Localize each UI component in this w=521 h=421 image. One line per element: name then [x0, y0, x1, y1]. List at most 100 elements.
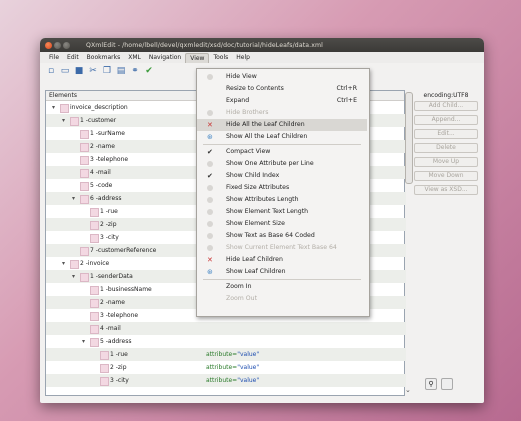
element-node-icon — [90, 234, 99, 243]
tree-row-label: 1 -businessName — [100, 286, 152, 293]
view-menu-item-compact-view[interactable]: ✔ Compact View — [197, 146, 367, 158]
expand-arrow-icon[interactable]: ▾ — [72, 270, 75, 283]
tree-row[interactable]: 4 -mail — [46, 322, 406, 335]
side-button-append[interactable]: Append... — [414, 115, 478, 125]
new-icon[interactable]: ▫ — [45, 65, 57, 77]
view-menu-item-show-text-as-base-64-coded[interactable]: Show Text as Base 64 Coded — [197, 230, 367, 242]
tree-row-label: 3 -city — [110, 377, 129, 384]
view-menu-item-show-element-size[interactable]: Show Element Size — [197, 218, 367, 230]
menu-item-label: Show All the Leaf Children — [226, 133, 308, 140]
view-menu-item-show-element-text-length[interactable]: Show Element Text Length — [197, 206, 367, 218]
element-node-icon — [80, 247, 89, 256]
minimize-window-button[interactable] — [54, 41, 61, 49]
menu-item-label: Hide Leaf Children — [226, 256, 283, 263]
view-menu-item-show-attributes-length[interactable]: Show Attributes Length — [197, 194, 367, 206]
view-menu-dropdown: Hide View Resize to Contents Ctrl+R Expand C… — [196, 68, 370, 317]
hide-leaf-icon: ✕ — [207, 256, 213, 264]
side-button-add-child[interactable]: Add Child... — [414, 101, 478, 111]
encoding-label: encoding:UTF8 — [423, 92, 469, 99]
find-icon[interactable]: ⚭ — [129, 65, 141, 77]
unchecked-icon — [207, 218, 213, 230]
menu-help[interactable]: Help — [232, 53, 254, 62]
unchecked-icon — [207, 230, 213, 242]
tree-row-label: 2 -invoice — [80, 260, 110, 267]
menu-item-label: Hide Brothers — [226, 109, 269, 116]
side-button-delete[interactable]: Delete — [414, 143, 478, 153]
copy-icon[interactable]: ❐ — [101, 65, 113, 77]
view-menu-item-show-current-element-text-base-64: Show Current Element Text Base 64 — [197, 242, 367, 254]
navigate-icon[interactable]: ⚲ — [425, 378, 437, 390]
view-menu-item-expand[interactable]: Expand Ctrl+E — [197, 95, 367, 107]
save-icon[interactable]: ■ — [73, 65, 85, 77]
expand-arrow-icon[interactable]: ▾ — [72, 192, 75, 205]
expand-arrow-icon[interactable]: ▾ — [62, 114, 65, 127]
element-node-icon — [90, 299, 99, 308]
blank-icon[interactable] — [441, 378, 453, 390]
menu-item-label: Show Element Size — [226, 220, 285, 227]
tree-row-label: 1 -rue — [100, 208, 118, 215]
view-menu-item-show-leaf-children[interactable]: ⊛ Show Leaf Children — [197, 266, 367, 278]
valid-icon[interactable]: ✔ — [143, 65, 155, 77]
cut-icon[interactable]: ✂ — [87, 65, 99, 77]
element-node-icon — [80, 195, 89, 204]
side-button-move-up[interactable]: Move Up — [414, 157, 478, 167]
view-menu-item-show-all-the-leaf-children[interactable]: ⊛ Show All the Leaf Children — [197, 131, 367, 143]
menu-item-label: Show Attributes Length — [226, 196, 299, 203]
element-node-icon — [90, 208, 99, 217]
window-title: QXmlEdit - /home/lbell/devel/qxmledit/xs… — [86, 41, 323, 49]
unchecked-icon — [207, 107, 213, 119]
view-menu-item-show-one-attribute-per-line[interactable]: Show One Attribute per Line — [197, 158, 367, 170]
menu-file[interactable]: File — [45, 53, 63, 62]
tree-row[interactable]: ▾ 5 -address — [46, 335, 406, 348]
expand-arrow-icon[interactable]: ▾ — [52, 101, 55, 114]
tree-row-label: 1 -rue — [110, 351, 128, 358]
attribute-name: attribute= — [206, 364, 238, 371]
element-node-icon — [80, 169, 89, 178]
attribute-value: "value" — [237, 364, 260, 371]
tree-row[interactable]: 2 -zip attribute="value" — [46, 361, 406, 374]
menu-tools[interactable]: Tools — [209, 53, 232, 62]
menu-item-label: Show Element Text Length — [226, 208, 309, 215]
menu-xml[interactable]: XML — [124, 53, 145, 62]
view-menu-item-hide-leaf-children[interactable]: ✕ Hide Leaf Children — [197, 254, 367, 266]
view-menu-item-hide-all-the-leaf-children[interactable]: ✕ Hide All the Leaf Children — [197, 119, 367, 131]
expand-arrow-icon[interactable]: ▾ — [62, 257, 65, 270]
menu-item-label: Show Text as Base 64 Coded — [226, 232, 315, 239]
menu-bookmarks[interactable]: Bookmarks — [83, 53, 125, 62]
element-node-icon — [70, 117, 79, 126]
menu-item-label: Compact View — [226, 148, 271, 155]
scroll-down-arrow-icon[interactable]: ⌄ — [405, 386, 411, 394]
view-menu-item-zoom-out: Zoom Out — [197, 293, 367, 305]
tree-row-label: 2 -zip — [110, 364, 127, 371]
tree-row-label: 3 -city — [100, 234, 119, 241]
unchecked-icon — [207, 158, 213, 170]
view-menu-item-fixed-size-attributes[interactable]: Fixed Size Attributes — [197, 182, 367, 194]
element-node-icon — [90, 286, 99, 295]
menu-item-label: Resize to Contents — [226, 85, 284, 92]
view-menu-item-show-child-index[interactable]: ✔ Show Child Index — [197, 170, 367, 182]
menu-view[interactable]: View — [185, 52, 210, 63]
menu-edit[interactable]: Edit — [63, 53, 83, 62]
tree-scrollbar[interactable]: ⌄ — [405, 92, 413, 394]
paste-icon[interactable]: ▤ — [115, 65, 127, 77]
tree-row[interactable]: 3 -city attribute="value" — [46, 374, 406, 387]
tree-row-label: 1 -surName — [90, 130, 125, 137]
close-window-button[interactable] — [45, 41, 52, 49]
attribute-text: attribute="value" — [206, 374, 259, 387]
element-node-icon — [100, 377, 109, 386]
side-button-move-down[interactable]: Move Down — [414, 171, 478, 181]
open-icon[interactable]: ▭ — [59, 65, 71, 77]
side-button-edit[interactable]: Edit... — [414, 129, 478, 139]
tree-row[interactable]: 1 -rue attribute="value" — [46, 348, 406, 361]
maximize-window-button[interactable] — [63, 41, 70, 49]
tree-row-label: 3 -telephone — [100, 312, 139, 319]
view-menu-item-resize-to-contents[interactable]: Resize to Contents Ctrl+R — [197, 83, 367, 95]
expand-arrow-icon[interactable]: ▾ — [82, 335, 85, 348]
show-leaf-icon: ⊛ — [207, 133, 213, 141]
view-menu-item-zoom-in[interactable]: Zoom In — [197, 281, 367, 293]
menu-navigation[interactable]: Navigation — [145, 53, 185, 62]
hide-leaf-icon: ✕ — [207, 121, 213, 129]
scroll-thumb[interactable] — [405, 92, 413, 184]
side-button-view-as-xsd[interactable]: View as XSD... — [414, 185, 478, 195]
view-menu-item-hide-view[interactable]: Hide View — [197, 71, 367, 83]
